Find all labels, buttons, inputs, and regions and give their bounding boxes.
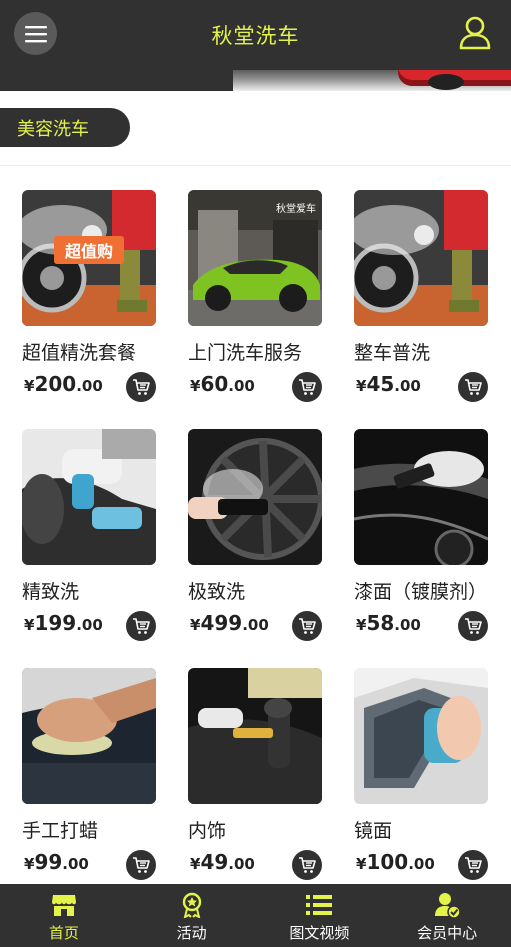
product-name: 手工打蜡: [22, 820, 99, 842]
bottom-tab-bar: 首页 活动 图文视频 会员中心: [0, 884, 511, 947]
page-title: 秋堂洗车: [211, 24, 300, 48]
cart-icon: [465, 857, 482, 873]
product-name: 内饰: [188, 820, 227, 842]
product-price: ¥199.00: [24, 611, 103, 635]
product-image-wheel-brush[interactable]: [188, 429, 322, 565]
product-name: 极致洗: [188, 581, 246, 603]
product-name: 漆面（镀膜剂）: [354, 581, 488, 603]
product-price: ¥99.00: [24, 850, 89, 874]
product-image-waxing[interactable]: [22, 668, 156, 804]
product-image-mirror-polish[interactable]: [354, 668, 488, 804]
product-card[interactable]: 整车普洗 ¥45.00: [354, 190, 504, 402]
tab-label: 会员中心: [417, 924, 478, 942]
tab-label: 首页: [48, 924, 79, 942]
product-price: ¥200.00: [24, 372, 103, 396]
product-image-paint-coating[interactable]: [354, 429, 488, 565]
product-image-seat-cleaning[interactable]: [22, 429, 156, 565]
product-name: 超值精洗套餐: [22, 342, 137, 364]
tab-label: 图文视频: [289, 924, 350, 942]
app-header: 秋堂洗车: [0, 0, 511, 70]
tab-home[interactable]: 首页: [0, 884, 128, 947]
tab-member-center[interactable]: 会员中心: [383, 884, 511, 947]
cart-icon: [133, 618, 150, 634]
add-to-cart-button[interactable]: [292, 372, 322, 402]
product-name: 镜面: [354, 820, 393, 842]
cart-icon: [299, 379, 316, 395]
product-image-car-wash-foam[interactable]: 超值购: [22, 190, 156, 326]
product-image-green-car[interactable]: 秋堂爱车: [188, 190, 322, 326]
user-button[interactable]: [459, 16, 491, 50]
banner-image[interactable]: [233, 70, 511, 91]
cart-icon: [133, 379, 150, 395]
product-price: ¥60.00: [190, 372, 255, 396]
product-card[interactable]: 内饰 ¥49.00: [188, 668, 338, 880]
add-to-cart-button[interactable]: [292, 850, 322, 880]
store-icon: [51, 892, 77, 918]
product-card[interactable]: 超值购 超值精洗套餐 ¥200.00: [22, 190, 172, 402]
product-card[interactable]: 手工打蜡 ¥99.00: [22, 668, 172, 880]
cart-icon: [465, 618, 482, 634]
list-icon: [306, 892, 333, 918]
product-name: 上门洗车服务: [188, 342, 303, 364]
divider: [0, 165, 511, 166]
product-price: ¥49.00: [190, 850, 255, 874]
award-icon: [179, 892, 205, 918]
add-to-cart-button[interactable]: [458, 372, 488, 402]
banner-strip: [0, 70, 511, 91]
product-name: 精致洗: [22, 581, 80, 603]
cart-icon: [465, 379, 482, 395]
product-card[interactable]: 秋堂爱车 上门洗车服务 ¥60.00: [188, 190, 338, 402]
add-to-cart-button[interactable]: [126, 611, 156, 641]
user-icon: [459, 16, 491, 50]
product-image-interior[interactable]: [188, 668, 322, 804]
promo-badge: 超值购: [54, 236, 124, 264]
menu-button[interactable]: [14, 12, 57, 55]
add-to-cart-button[interactable]: [126, 372, 156, 402]
add-to-cart-button[interactable]: [458, 850, 488, 880]
menu-icon: [24, 25, 47, 42]
product-price: ¥100.00: [356, 850, 435, 874]
cart-icon: [299, 857, 316, 873]
product-name: 整车普洗: [354, 342, 431, 364]
product-card[interactable]: 镜面 ¥100.00: [354, 668, 504, 880]
product-price: ¥45.00: [356, 372, 421, 396]
section-title: 美容洗车: [0, 108, 130, 147]
product-card[interactable]: 漆面（镀膜剂） ¥58.00: [354, 429, 504, 641]
add-to-cart-button[interactable]: [126, 850, 156, 880]
tab-activity[interactable]: 活动: [128, 884, 256, 947]
product-image-car-wash[interactable]: [354, 190, 488, 326]
member-icon: [434, 892, 461, 918]
add-to-cart-button[interactable]: [458, 611, 488, 641]
cart-icon: [133, 857, 150, 873]
product-card[interactable]: 精致洗 ¥199.00: [22, 429, 172, 641]
tab-label: 活动: [176, 924, 207, 942]
tab-media[interactable]: 图文视频: [256, 884, 384, 947]
shop-sign: 秋堂爱车: [276, 204, 316, 215]
product-price: ¥58.00: [356, 611, 421, 635]
product-price: ¥499.00: [190, 611, 269, 635]
product-card[interactable]: 极致洗 ¥499.00: [188, 429, 338, 641]
cart-icon: [299, 618, 316, 634]
add-to-cart-button[interactable]: [292, 611, 322, 641]
